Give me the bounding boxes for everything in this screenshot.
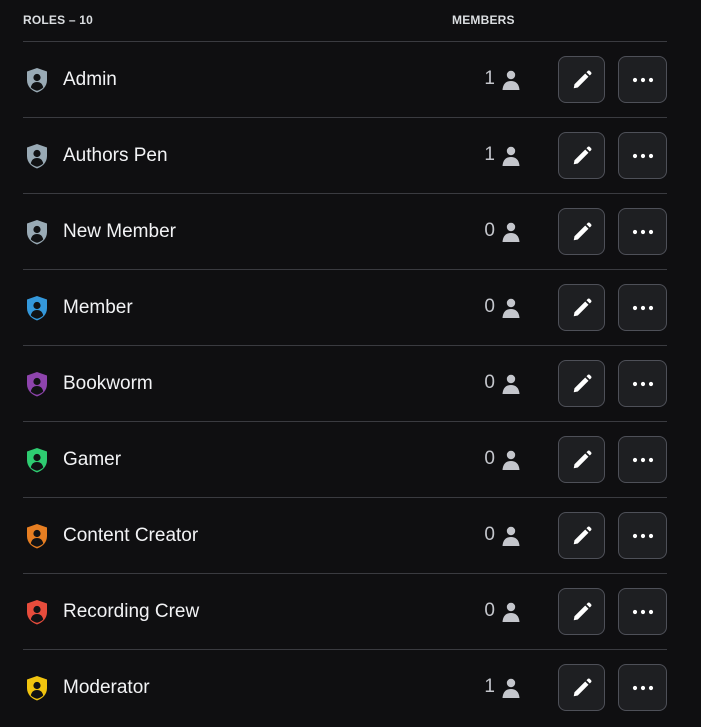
member-count: 0: [484, 296, 495, 317]
more-dots-icon: [632, 381, 654, 387]
shield-person-icon: [23, 66, 51, 94]
role-name: Admin: [63, 69, 117, 90]
shield-person-icon: [23, 674, 51, 702]
edit-role-button[interactable]: [558, 360, 605, 407]
more-options-button[interactable]: [618, 512, 667, 559]
member-count: 0: [484, 524, 495, 545]
role-name: New Member: [63, 221, 176, 242]
role-name: Member: [63, 297, 133, 318]
more-options-button[interactable]: [618, 208, 667, 255]
pencil-icon: [571, 525, 593, 547]
person-icon: [499, 296, 523, 320]
shield-person-icon: [23, 446, 51, 474]
edit-role-button[interactable]: [558, 512, 605, 559]
member-count: 1: [484, 68, 495, 89]
shield-person-icon: [23, 522, 51, 550]
more-dots-icon: [632, 609, 654, 615]
more-dots-icon: [632, 77, 654, 83]
role-row[interactable]: Member 0: [23, 270, 667, 346]
roles-table-header: ROLES – 10 MEMBERS: [23, 0, 667, 42]
role-name: Recording Crew: [63, 601, 200, 622]
member-count: 0: [484, 220, 495, 241]
members-column-header: MEMBERS: [452, 13, 515, 27]
pencil-icon: [571, 221, 593, 243]
role-name: Bookworm: [63, 373, 153, 394]
role-row[interactable]: Gamer 0: [23, 422, 667, 498]
more-options-button[interactable]: [618, 588, 667, 635]
shield-person-icon: [23, 598, 51, 626]
roles-table: ROLES – 10 MEMBERS Admin 1 Authors Pen 1 New…: [23, 0, 667, 725]
role-row[interactable]: New Member 0: [23, 194, 667, 270]
person-icon: [499, 448, 523, 472]
pencil-icon: [571, 297, 593, 319]
shield-person-icon: [23, 370, 51, 398]
edit-role-button[interactable]: [558, 436, 605, 483]
person-icon: [499, 372, 523, 396]
role-name: Moderator: [63, 677, 150, 698]
pencil-icon: [571, 373, 593, 395]
edit-role-button[interactable]: [558, 132, 605, 179]
role-row[interactable]: Recording Crew 0: [23, 574, 667, 650]
pencil-icon: [571, 69, 593, 91]
more-options-button[interactable]: [618, 436, 667, 483]
pencil-icon: [571, 601, 593, 623]
more-options-button[interactable]: [618, 284, 667, 331]
role-row[interactable]: Admin 1: [23, 42, 667, 118]
edit-role-button[interactable]: [558, 56, 605, 103]
edit-role-button[interactable]: [558, 588, 605, 635]
member-count: 1: [484, 676, 495, 697]
more-options-button[interactable]: [618, 132, 667, 179]
more-options-button[interactable]: [618, 360, 667, 407]
more-dots-icon: [632, 533, 654, 539]
role-row[interactable]: Bookworm 0: [23, 346, 667, 422]
roles-count-header: ROLES – 10: [23, 13, 94, 27]
more-options-button[interactable]: [618, 664, 667, 711]
more-dots-icon: [632, 457, 654, 463]
member-count: 0: [484, 372, 495, 393]
edit-role-button[interactable]: [558, 664, 605, 711]
person-icon: [499, 600, 523, 624]
person-icon: [499, 676, 523, 700]
shield-person-icon: [23, 218, 51, 246]
more-dots-icon: [632, 685, 654, 691]
role-name: Authors Pen: [63, 145, 168, 166]
shield-person-icon: [23, 142, 51, 170]
person-icon: [499, 144, 523, 168]
more-dots-icon: [632, 305, 654, 311]
shield-person-icon: [23, 294, 51, 322]
pencil-icon: [571, 677, 593, 699]
role-row[interactable]: Content Creator 0: [23, 498, 667, 574]
edit-role-button[interactable]: [558, 208, 605, 255]
edit-role-button[interactable]: [558, 284, 605, 331]
roles-list: Admin 1 Authors Pen 1 New Member 0 Member 0 Book…: [23, 42, 667, 725]
member-count: 0: [484, 448, 495, 469]
more-options-button[interactable]: [618, 56, 667, 103]
person-icon: [499, 68, 523, 92]
member-count: 0: [484, 600, 495, 621]
pencil-icon: [571, 449, 593, 471]
person-icon: [499, 220, 523, 244]
role-name: Gamer: [63, 449, 122, 470]
role-row[interactable]: Moderator 1: [23, 650, 667, 725]
pencil-icon: [571, 145, 593, 167]
more-dots-icon: [632, 229, 654, 235]
person-icon: [499, 524, 523, 548]
more-dots-icon: [632, 153, 654, 159]
member-count: 1: [484, 144, 495, 165]
role-name: Content Creator: [63, 525, 199, 546]
role-row[interactable]: Authors Pen 1: [23, 118, 667, 194]
